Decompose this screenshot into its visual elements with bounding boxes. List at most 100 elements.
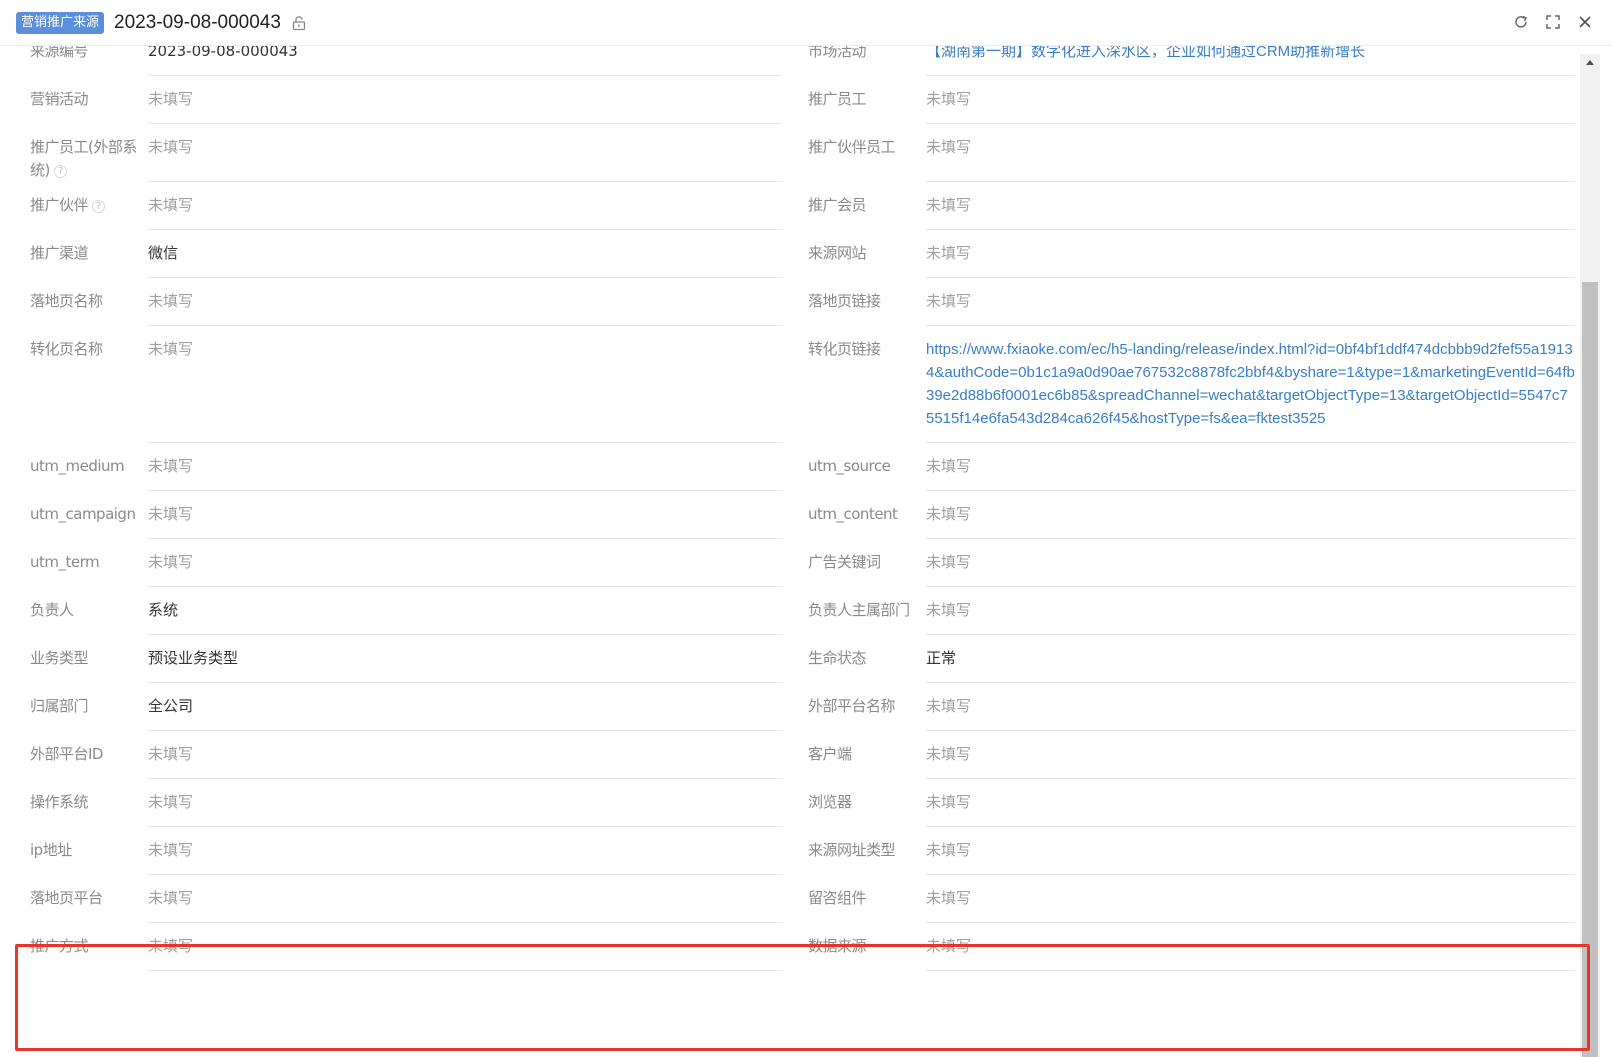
field-label-text: 推广员工(外部系统) xyxy=(30,138,137,179)
field-cell: 业务类型 预设业务类型 xyxy=(30,635,808,683)
help-icon[interactable]: ? xyxy=(92,200,106,213)
scroll-up-arrow-icon[interactable] xyxy=(1582,58,1598,74)
field-cell: 归属部门 全公司 xyxy=(30,683,808,731)
field-value: 微信 xyxy=(148,230,782,278)
field-label-text: 外部平台名称 xyxy=(808,697,896,715)
refresh-icon[interactable] xyxy=(1512,13,1530,31)
field-row: 来源编号 2023-09-08-000043 市场活动 【湖南第一期】数字化进入深水区… xyxy=(30,46,1575,76)
window-actions xyxy=(1512,13,1594,31)
field-cell: 营销活动 未填写 xyxy=(30,76,808,124)
field-label: 转化页链接 xyxy=(808,326,926,443)
field-row: 归属部门 全公司 外部平台名称 未填写 xyxy=(30,683,1575,731)
field-row: utm_term 未填写 广告关键词 未填写 xyxy=(30,539,1575,587)
field-label: 外部平台名称 xyxy=(808,683,926,731)
field-value: 未填写 xyxy=(148,76,782,124)
help-icon[interactable]: ? xyxy=(53,165,67,178)
field-value: 未填写 xyxy=(148,923,782,971)
field-label-text: 推广员工 xyxy=(808,90,867,108)
field-label-text: 外部平台ID xyxy=(30,745,103,763)
field-cell: 推广员工(外部系统)? 未填写 xyxy=(30,124,808,182)
field-label: 营销活动 xyxy=(30,76,148,124)
field-value-link[interactable]: 【湖南第一期】数字化进入深水区，企业如何通过CRM助推新增长 xyxy=(926,46,1575,76)
field-label-text: ip地址 xyxy=(30,841,72,859)
field-label: 留咨组件 xyxy=(808,875,926,923)
field-label: utm_content xyxy=(808,491,926,539)
field-label-text: utm_medium xyxy=(30,457,125,475)
field-label: utm_term xyxy=(30,539,148,587)
field-label: 生命状态 xyxy=(808,635,926,683)
field-label-text: 推广会员 xyxy=(808,196,867,214)
field-label: 外部平台ID xyxy=(30,731,148,779)
field-label-text: 推广渠道 xyxy=(30,244,89,262)
field-value: 全公司 xyxy=(148,683,782,731)
fullscreen-icon[interactable] xyxy=(1544,13,1562,31)
field-row: 业务类型 预设业务类型 生命状态 正常 xyxy=(30,635,1575,683)
field-label-text: 负责人 xyxy=(30,601,74,619)
field-cell: 外部平台名称 未填写 xyxy=(808,683,1575,731)
field-cell: 负责人 系统 xyxy=(30,587,808,635)
field-cell: 客户端 未填写 xyxy=(808,731,1575,779)
field-label: 客户端 xyxy=(808,731,926,779)
field-row: 外部平台ID 未填写 客户端 未填写 xyxy=(30,731,1575,779)
field-label-text: 转化页链接 xyxy=(808,340,881,358)
field-label: 来源网站 xyxy=(808,230,926,278)
field-label-text: 业务类型 xyxy=(30,649,89,667)
field-label-text: utm_source xyxy=(808,457,891,475)
field-cell: 来源网址类型 未填写 xyxy=(808,827,1575,875)
field-label: 市场活动 xyxy=(808,46,926,76)
field-label: 落地页名称 xyxy=(30,278,148,326)
field-value: 未填写 xyxy=(926,587,1575,635)
field-value: 未填写 xyxy=(926,923,1575,971)
field-cell: 负责人主属部门 未填写 xyxy=(808,587,1575,635)
field-label: utm_medium xyxy=(30,443,148,491)
field-value: 未填写 xyxy=(926,491,1575,539)
field-cell: 留咨组件 未填写 xyxy=(808,875,1575,923)
field-label-text: 来源网站 xyxy=(808,244,867,262)
field-label-text: 留咨组件 xyxy=(808,889,867,907)
field-value: 未填写 xyxy=(926,124,1575,182)
field-cell: 推广渠道 微信 xyxy=(30,230,808,278)
field-label-text: 来源网址类型 xyxy=(808,841,896,859)
field-cell: 市场活动 【湖南第一期】数字化进入深水区，企业如何通过CRM助推新增长 xyxy=(808,46,1575,76)
field-label: 落地页链接 xyxy=(808,278,926,326)
lock-icon[interactable] xyxy=(291,14,309,32)
field-label-text: 转化页名称 xyxy=(30,340,103,358)
field-row: 操作系统 未填写 浏览器 未填写 xyxy=(30,779,1575,827)
field-label-text: 生命状态 xyxy=(808,649,867,667)
field-cell: 广告关键词 未填写 xyxy=(808,539,1575,587)
detail-panel[interactable]: 来源编号 2023-09-08-000043 市场活动 【湖南第一期】数字化进入深水区… xyxy=(14,46,1585,1057)
field-label: 操作系统 xyxy=(30,779,148,827)
field-cell: 推广伙伴员工 未填写 xyxy=(808,124,1575,182)
field-label-text: 负责人主属部门 xyxy=(808,601,910,619)
field-row: utm_medium 未填写 utm_source 未填写 xyxy=(30,443,1575,491)
field-cell: utm_medium 未填写 xyxy=(30,443,808,491)
field-label: 推广员工(外部系统)? xyxy=(30,124,148,182)
field-label: 推广员工 xyxy=(808,76,926,124)
field-label: 推广伙伴员工 xyxy=(808,124,926,182)
field-label-text: 归属部门 xyxy=(30,697,89,715)
field-label-text: 营销活动 xyxy=(30,90,89,108)
field-label: 来源网址类型 xyxy=(808,827,926,875)
field-row: 落地页平台 未填写 留咨组件 未填写 xyxy=(30,875,1575,923)
scrollbar-thumb[interactable] xyxy=(1582,282,1598,1057)
field-value: 未填写 xyxy=(148,443,782,491)
field-cell: utm_term 未填写 xyxy=(30,539,808,587)
field-label-text: 推广伙伴 xyxy=(30,196,89,214)
field-label-text: 客户端 xyxy=(808,745,852,763)
field-value: 2023-09-08-000043 xyxy=(148,46,782,76)
field-cell: 来源编号 2023-09-08-000043 xyxy=(30,46,808,76)
field-label-text: 落地页链接 xyxy=(808,292,881,310)
field-label: 来源编号 xyxy=(30,46,148,76)
field-row: ip地址 未填写 来源网址类型 未填写 xyxy=(30,827,1575,875)
field-cell: 落地页链接 未填写 xyxy=(808,278,1575,326)
field-label: 推广渠道 xyxy=(30,230,148,278)
field-cell: ip地址 未填写 xyxy=(30,827,808,875)
field-value: 未填写 xyxy=(148,731,782,779)
field-value: 未填写 xyxy=(926,539,1575,587)
field-value: 未填写 xyxy=(926,779,1575,827)
close-icon[interactable] xyxy=(1576,13,1594,31)
field-cell: 推广伙伴? 未填写 xyxy=(30,182,808,230)
field-value: 未填写 xyxy=(148,491,782,539)
field-value-link[interactable]: https://www.fxiaoke.com/ec/h5-landing/re… xyxy=(926,326,1575,443)
field-cell: 推广方式 未填写 xyxy=(30,923,808,971)
